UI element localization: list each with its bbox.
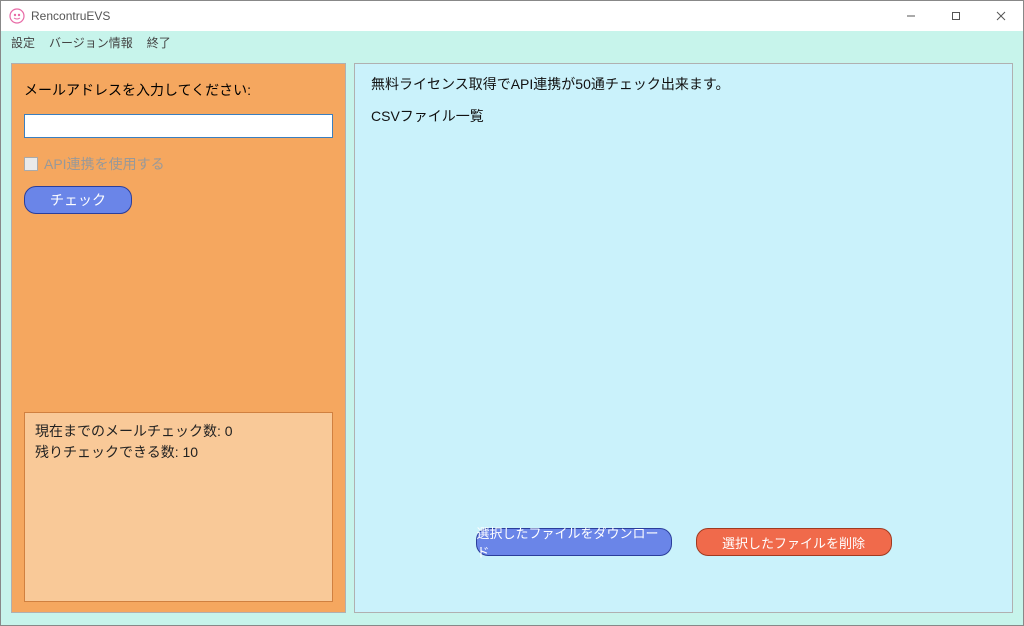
titlebar: RencontruEVS	[1, 1, 1023, 31]
menu-version[interactable]: バージョン情報	[49, 34, 133, 51]
left-panel: メールアドレスを入力してください: API連携を使用する チェック 現在までのメ…	[11, 63, 346, 613]
stats-box: 現在までのメールチェック数: 0 残りチェックできる数: 10	[24, 412, 333, 602]
stats-checked-count: 現在までのメールチェック数: 0	[35, 421, 322, 442]
right-button-row: 選択したファイルをダウンロード 選択したファイルを削除	[355, 528, 1012, 556]
api-checkbox-row: API連携を使用する	[24, 154, 333, 174]
app-icon	[9, 8, 25, 24]
app-window: RencontruEVS 設定 バージョン情報 終了 メールアドレスを入力してく…	[0, 0, 1024, 626]
menu-exit[interactable]: 終了	[147, 34, 171, 51]
license-info-text: 無料ライセンス取得でAPI連携が50通チェック出来ます。	[371, 74, 996, 94]
menubar: 設定 バージョン情報 終了	[1, 31, 1023, 53]
check-button[interactable]: チェック	[24, 186, 132, 214]
email-input[interactable]	[24, 114, 333, 138]
menu-settings[interactable]: 設定	[11, 34, 35, 51]
delete-selected-button[interactable]: 選択したファイルを削除	[696, 528, 892, 556]
minimize-button[interactable]	[888, 1, 933, 31]
right-panel: 無料ライセンス取得でAPI連携が50通チェック出来ます。 CSVファイル一覧 選…	[354, 63, 1013, 613]
window-title: RencontruEVS	[31, 9, 110, 23]
download-button-label: 選択したファイルをダウンロード	[477, 523, 671, 561]
stats-remaining-count: 残りチェックできる数: 10	[35, 442, 322, 463]
email-prompt-label: メールアドレスを入力してください:	[24, 80, 333, 100]
csv-list-label: CSVファイル一覧	[371, 106, 996, 126]
api-checkbox[interactable]	[24, 157, 38, 171]
api-checkbox-label: API連携を使用する	[44, 154, 165, 174]
titlebar-left: RencontruEVS	[9, 8, 888, 24]
close-button[interactable]	[978, 1, 1023, 31]
content-area: メールアドレスを入力してください: API連携を使用する チェック 現在までのメ…	[1, 53, 1023, 625]
window-controls	[888, 1, 1023, 31]
download-selected-button[interactable]: 選択したファイルをダウンロード	[476, 528, 672, 556]
delete-button-label: 選択したファイルを削除	[722, 533, 865, 552]
left-spacer	[24, 214, 333, 412]
check-button-label: チェック	[50, 190, 106, 210]
maximize-button[interactable]	[933, 1, 978, 31]
